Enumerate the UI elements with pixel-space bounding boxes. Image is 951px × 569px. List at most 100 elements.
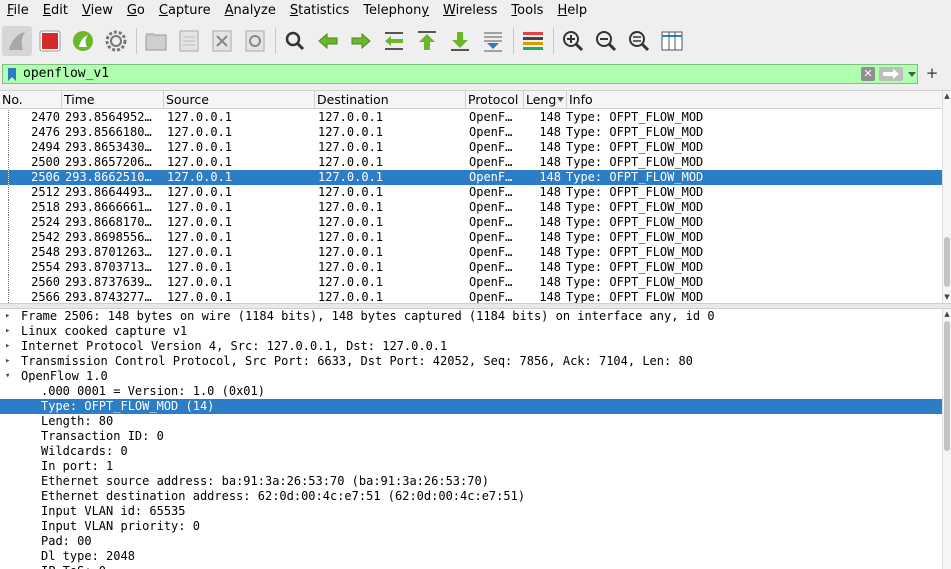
add-filter-button[interactable]: + — [925, 64, 939, 82]
expand-arrow-right-icon[interactable]: ▸ — [5, 309, 13, 324]
shark-fin-icon[interactable] — [2, 26, 32, 56]
packet-info-cell: Type: OFPT_FLOW_MOD — [566, 185, 704, 199]
expand-arrow-right-icon[interactable]: ▸ — [5, 354, 13, 369]
column-header-time[interactable]: Time — [62, 91, 164, 109]
menu-wireless[interactable]: Wireless — [436, 0, 504, 21]
protocol-tree-field[interactable]: Transaction ID: 0 — [0, 429, 942, 444]
protocol-tree-field[interactable]: Ethernet source address: ba:91:3a:26:53:… — [0, 474, 942, 489]
packet-source-cell: 127.0.0.1 — [167, 260, 233, 274]
protocol-tree-field[interactable]: Input VLAN id: 65535 — [0, 504, 942, 519]
menu-edit[interactable]: Edit — [36, 0, 75, 21]
packet-row[interactable]: 2512 293.8664493… 127.0.0.1 127.0.0.1 OpenF…… — [0, 185, 942, 200]
zoom-out-icon[interactable] — [591, 26, 621, 56]
go-back-icon[interactable] — [313, 26, 343, 56]
scroll-up-arrow-icon[interactable]: ▲ — [943, 309, 951, 319]
display-filter-bar: openflow_v1 ✕ + — [0, 63, 951, 85]
colorize-icon[interactable] — [518, 26, 548, 56]
menu-mnemonic: W — [443, 3, 456, 18]
details-scrollbar[interactable]: ▲ — [942, 309, 951, 569]
display-filter-input[interactable]: openflow_v1 ✕ — [2, 64, 918, 84]
bookmark-icon[interactable] — [5, 67, 19, 82]
restart-capture-icon[interactable] — [68, 26, 98, 56]
protocol-tree-field[interactable]: Type: OFPT_FLOW_MOD (14) — [0, 399, 942, 414]
scrollbar-thumb[interactable] — [944, 237, 950, 287]
packet-info-cell: Type: OFPT_FLOW_MOD — [566, 155, 704, 169]
capture-options-icon[interactable] — [101, 26, 131, 56]
packet-row[interactable]: 2476 293.8566180… 127.0.0.1 127.0.0.1 OpenF…… — [0, 125, 942, 140]
protocol-tree-field[interactable]: Wildcards: 0 — [0, 444, 942, 459]
expand-arrow-down-icon[interactable]: ▾ — [5, 369, 13, 384]
packet-row[interactable]: 2506 293.8662510… 127.0.0.1 127.0.0.1 OpenF…… — [0, 170, 942, 185]
resize-columns-icon[interactable] — [657, 26, 687, 56]
menu-help[interactable]: Help — [550, 0, 594, 21]
column-header-no[interactable]: No. — [0, 91, 62, 109]
scroll-up-arrow-icon[interactable]: ▲ — [943, 91, 951, 101]
scrollbar-thumb[interactable] — [944, 321, 950, 451]
stop-capture-icon[interactable] — [35, 26, 65, 56]
reload-file-icon[interactable] — [240, 26, 270, 56]
packet-length-cell: 148 — [539, 110, 561, 124]
menu-tools[interactable]: Tools — [504, 0, 550, 21]
column-header-destination[interactable]: Destination — [315, 91, 466, 109]
menu-telephony[interactable]: Telephony — [356, 0, 436, 21]
packet-length-cell: 148 — [539, 200, 561, 214]
column-header-protocol[interactable]: Protocol — [466, 91, 524, 109]
menu-go[interactable]: Go — [120, 0, 152, 21]
go-forward-icon[interactable] — [346, 26, 376, 56]
expand-arrow-right-icon[interactable]: ▸ — [5, 339, 13, 354]
last-packet-icon[interactable] — [445, 26, 475, 56]
scroll-down-arrow-icon[interactable]: ▼ — [943, 292, 951, 302]
expand-arrow-right-icon[interactable]: ▸ — [5, 324, 13, 339]
menu-statistics[interactable]: Statistics — [283, 0, 356, 21]
find-packet-icon[interactable] — [280, 26, 310, 56]
packet-row[interactable]: 2470 293.8564952… 127.0.0.1 127.0.0.1 OpenF…… — [0, 110, 942, 125]
protocol-tree-node[interactable]: ▸ Linux cooked capture v1 — [0, 324, 942, 339]
packet-row[interactable]: 2500 293.8657206… 127.0.0.1 127.0.0.1 OpenF…… — [0, 155, 942, 170]
packet-no-text: 2476 — [31, 125, 60, 139]
column-header-info[interactable]: Info — [567, 91, 942, 109]
protocol-tree-field[interactable]: Length: 80 — [0, 414, 942, 429]
apply-filter-button[interactable] — [879, 67, 903, 81]
first-packet-icon[interactable] — [412, 26, 442, 56]
packet-source-cell: 127.0.0.1 — [167, 170, 233, 184]
protocol-tree-field[interactable]: Pad: 00 — [0, 534, 942, 549]
column-header-source[interactable]: Source — [164, 91, 315, 109]
packet-source-cell: 127.0.0.1 — [167, 230, 233, 244]
protocol-tree-node[interactable]: ▾ OpenFlow 1.0 — [0, 369, 942, 384]
autoscroll-icon[interactable] — [478, 26, 508, 56]
save-file-icon[interactable] — [174, 26, 204, 56]
close-file-icon[interactable] — [207, 26, 237, 56]
packet-row[interactable]: 2494 293.8653430… 127.0.0.1 127.0.0.1 OpenF…… — [0, 140, 942, 155]
open-file-icon[interactable] — [141, 26, 171, 56]
zoom-in-icon[interactable] — [558, 26, 588, 56]
menu-analyze[interactable]: Analyze — [218, 0, 283, 21]
protocol-tree-field[interactable]: .000 0001 = Version: 1.0 (0x01) — [0, 384, 942, 399]
go-to-packet-icon[interactable] — [379, 26, 409, 56]
chevron-down-icon[interactable] — [907, 68, 917, 80]
protocol-tree-field[interactable]: In port: 1 — [0, 459, 942, 474]
menu-view[interactable]: View — [75, 0, 120, 21]
packet-row[interactable]: 2524 293.8668170… 127.0.0.1 127.0.0.1 OpenF…… — [0, 215, 942, 230]
packet-list-header: No. Time Source Destination Protocol Len… — [0, 91, 942, 109]
clear-filter-button[interactable]: ✕ — [861, 67, 875, 81]
protocol-tree-node[interactable]: ▸ Frame 2506: 148 bytes on wire (1184 bit… — [0, 309, 942, 324]
menu-capture[interactable]: Capture — [152, 0, 218, 21]
packet-row[interactable]: 2560 293.8737639… 127.0.0.1 127.0.0.1 OpenF…… — [0, 275, 942, 290]
packet-no-text: 2470 — [31, 110, 60, 124]
packet-list-scrollbar[interactable]: ▲ ▼ — [942, 91, 951, 304]
protocol-tree-node[interactable]: ▸ Internet Protocol Version 4, Src: 127.0… — [0, 339, 942, 354]
protocol-tree-field[interactable]: Dl type: 2048 — [0, 549, 942, 564]
packet-row[interactable]: 2542 293.8698556… 127.0.0.1 127.0.0.1 OpenF…… — [0, 230, 942, 245]
related-packet-line — [8, 245, 9, 260]
column-header-length[interactable]: Leng — [524, 91, 567, 109]
packet-row[interactable]: 2518 293.8666661… 127.0.0.1 127.0.0.1 OpenF…… — [0, 200, 942, 215]
protocol-tree-field[interactable]: Ethernet destination address: 62:0d:00:4… — [0, 489, 942, 504]
protocol-tree-node[interactable]: ▸ Transmission Control Protocol, Src Port… — [0, 354, 942, 369]
packet-row[interactable]: 2554 293.8703713… 127.0.0.1 127.0.0.1 OpenF…… — [0, 260, 942, 275]
protocol-tree-field[interactable]: IP ToS: 0 — [0, 564, 942, 569]
packet-row[interactable]: 2548 293.8701263… 127.0.0.1 127.0.0.1 OpenF…… — [0, 245, 942, 260]
protocol-tree-field[interactable]: Input VLAN priority: 0 — [0, 519, 942, 534]
normal-size-icon[interactable] — [624, 26, 654, 56]
menu-file[interactable]: File — [0, 0, 36, 21]
packet-source-cell: 127.0.0.1 — [167, 125, 233, 139]
